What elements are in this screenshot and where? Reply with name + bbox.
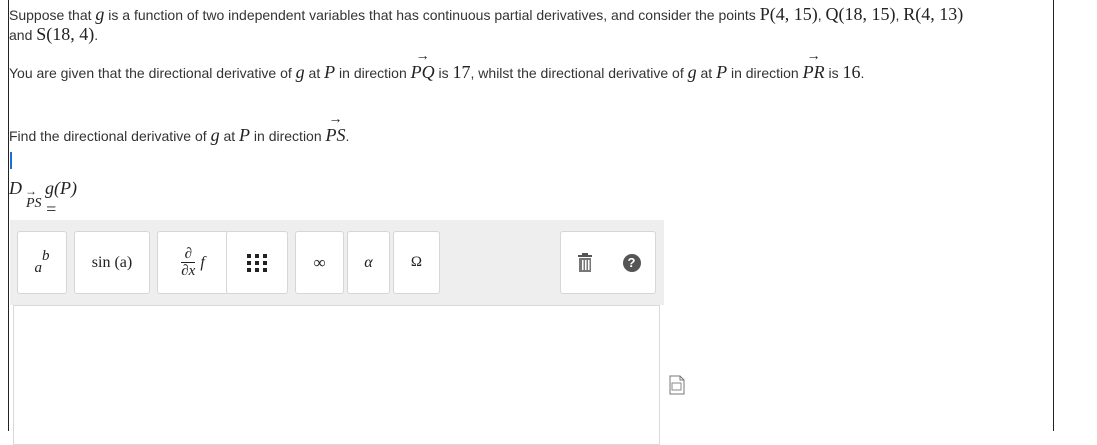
whilst-text: , whilst the directional derivative of xyxy=(470,65,688,81)
infinity-button[interactable]: ∞ xyxy=(295,231,344,294)
var-g: g xyxy=(295,62,305,82)
derivative-button[interactable]: ∂ ∂x f xyxy=(157,231,229,294)
sin-button[interactable]: sin (a) xyxy=(74,231,150,294)
sin-label: sin (a) xyxy=(91,253,133,271)
infinity-icon: ∞ xyxy=(313,252,326,272)
intro-rest: is a function of two independent variabl… xyxy=(104,7,760,23)
alpha-button[interactable]: α xyxy=(347,231,390,294)
help-label: ? xyxy=(627,255,636,270)
find-line: Find the directional derivative of g at … xyxy=(9,110,350,146)
given-line: You are given that the directional deriv… xyxy=(9,47,865,83)
alpha-icon: α xyxy=(364,253,373,271)
matrix-button[interactable] xyxy=(226,231,288,294)
var-p: P xyxy=(716,62,728,82)
superscript-button[interactable]: ab xyxy=(17,231,67,294)
var-p: P xyxy=(324,62,336,82)
math-toolbar: ab sin (a) ∂ ∂x f ∞ α Ω ? xyxy=(10,220,664,305)
value-pq: 17 xyxy=(452,62,471,82)
tools-group: ? xyxy=(560,231,656,294)
var-g: g xyxy=(210,125,220,145)
pdf-icon[interactable] xyxy=(669,375,685,400)
vector-pq: PQ xyxy=(411,47,435,82)
problem-line-1: Suppose that g is a function of two inde… xyxy=(9,4,963,25)
g-of-p: g(P) = xyxy=(45,178,77,219)
at-text: at xyxy=(304,65,325,81)
period: . xyxy=(345,128,350,144)
vector-pr: PR xyxy=(803,47,825,82)
trash-icon[interactable] xyxy=(576,252,594,273)
var-p: P xyxy=(239,125,251,145)
given-text: You are given that the directional deriv… xyxy=(9,65,296,81)
at-text: at xyxy=(696,65,717,81)
and-text: and xyxy=(9,27,37,43)
in-direction-text: in direction xyxy=(727,65,803,81)
partial-bottom: ∂x xyxy=(181,261,196,279)
intro-text: Suppose that xyxy=(9,7,96,23)
exp-b: b xyxy=(42,248,50,264)
partial-f: f xyxy=(200,253,205,271)
base-a: a xyxy=(34,260,43,276)
help-icon[interactable]: ? xyxy=(622,253,641,272)
at-text: at xyxy=(219,128,240,144)
point-p: P(4, 15) xyxy=(759,4,818,24)
period: . xyxy=(94,27,99,43)
direction-subscript: PS xyxy=(26,196,42,211)
answer-input[interactable] xyxy=(13,305,660,445)
in-direction-text: in direction xyxy=(250,128,326,144)
problem-line-2: and S(18, 4). xyxy=(9,24,98,45)
period: . xyxy=(860,65,865,81)
partial-top: ∂ xyxy=(184,245,192,262)
value-pr: 16 xyxy=(842,62,861,82)
derivative-d: D xyxy=(9,178,22,198)
point-q: Q(18, 15) xyxy=(825,4,896,24)
omega-button[interactable]: Ω xyxy=(393,231,440,294)
find-text: Find the directional derivative of xyxy=(9,128,211,144)
var-g: g xyxy=(687,62,697,82)
text-cursor xyxy=(10,152,12,169)
point-s: S(18, 4) xyxy=(36,24,95,44)
matrix-icon xyxy=(247,253,267,272)
is-text: is xyxy=(824,65,843,81)
vector-ps: PS xyxy=(326,110,346,145)
is-text: is xyxy=(434,65,453,81)
omega-icon: Ω xyxy=(410,254,423,270)
in-direction-text: in direction xyxy=(335,65,411,81)
point-r: R(4, 13) xyxy=(903,4,964,24)
